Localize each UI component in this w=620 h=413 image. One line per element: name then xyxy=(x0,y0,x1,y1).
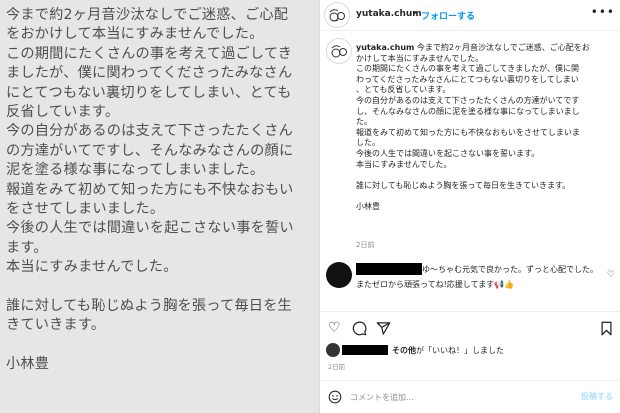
separator-dot: • xyxy=(412,9,418,19)
apology-line: 本当にすみませんでした。 xyxy=(6,259,178,276)
avatar[interactable] xyxy=(324,2,350,28)
caption-line: し、そんなみなさんの顔に泥を塗る様な事になってしまいまし xyxy=(356,106,580,116)
post-comment-button[interactable]: 投稿する xyxy=(581,391,613,402)
redacted-liker-username xyxy=(342,345,388,355)
caption-line: 誰に対しても恥じぬよう胸を張って毎日を生きていきます。 xyxy=(356,180,571,190)
apology-line: 泥を塗る様な事になってしまいました。 xyxy=(6,162,265,179)
apology-line: 誰に対しても恥じぬよう胸を張って毎日を生 xyxy=(6,298,292,315)
apology-line: 小林豊 xyxy=(6,356,50,373)
apology-line: この期間にたくさんの事を考えて過ごしてき xyxy=(6,45,293,62)
send-paper-plane-icon[interactable] xyxy=(376,321,391,339)
add-comment-bar: 投稿する xyxy=(320,380,620,413)
heart-outline-icon[interactable]: ♡ xyxy=(328,321,341,335)
post-caption: yutaka.chum 今まで約2ヶ月音沙汰なしでご迷惑、ご心配をお かけして本… xyxy=(356,43,614,213)
commenter-avatar[interactable] xyxy=(326,262,352,288)
apology-line: の方達がいてですし、そんなみなさんの顔に xyxy=(6,142,294,159)
caption-line: た。 xyxy=(356,117,372,127)
instagram-post-sidebar: yutaka.chum • フォローする ••• yutaka.chum 今まで… xyxy=(319,0,620,413)
redacted-username xyxy=(356,263,422,275)
caption-line: 、とても反省しています。 xyxy=(356,85,451,95)
heart-outline-icon[interactable]: ♡ xyxy=(607,270,615,280)
comment-input[interactable] xyxy=(350,390,570,404)
comment-text: ゆ〜ちゃむ元気で良かった。ずっと心配でした。 xyxy=(422,265,598,274)
caption-avatar[interactable] xyxy=(326,38,352,64)
caption-gap xyxy=(356,170,614,181)
action-bar: ♡ xyxy=(320,311,620,342)
likes-summary[interactable]: その他が「いいね！」しました xyxy=(392,345,504,356)
apology-line: をおかけして本当にすみませんでした。 xyxy=(6,26,264,43)
caption-line: かけして本当にすみませんでした。 xyxy=(356,53,484,63)
apology-line: 今まで約2ヶ月音沙汰なしでご迷惑、ご心配 xyxy=(6,7,289,23)
caption-gap xyxy=(356,191,614,202)
caption-body: かけして本当にすみませんでした。 この期間にたくさんの事を考えて過ごしてきましたが… xyxy=(356,54,614,213)
caption-username[interactable]: yutaka.chum xyxy=(356,43,414,52)
apology-line: にとてつもない裏切りをしてしまい、とても xyxy=(6,84,292,101)
apology-line: 今後の人生では間違いを起こさない事を誓い xyxy=(6,220,294,237)
smiley-icon[interactable] xyxy=(328,390,342,408)
more-options-icon[interactable]: ••• xyxy=(591,5,615,19)
caption-line: わってくださったみなさんにとてつもない裏切りをしてしまい xyxy=(356,74,579,84)
liker-avatar[interactable] xyxy=(326,343,340,357)
caption-first-line: 今まで約2ヶ月音沙汰なしでご迷惑、ご心配をお xyxy=(416,43,590,52)
post-timestamp: 2日前 xyxy=(328,363,346,371)
caption-line: 今の自分があるのは支えて下さったたくさんの方達がいてです xyxy=(356,95,580,105)
post-header: yutaka.chum • フォローする ••• xyxy=(320,0,620,31)
follow-button[interactable]: フォローする xyxy=(421,9,475,22)
apology-line: きていきます。 xyxy=(6,317,106,334)
caption-line: この期間にたくさんの事を考えて過ごしてきましたが、僕に関 xyxy=(356,64,579,74)
apology-line: ましたが、僕に関わってくださったみなさん xyxy=(6,65,293,82)
comment-text-continued: またゼロから頑張ってね!応援してます📢👍 xyxy=(356,280,515,289)
likes-others-link[interactable]: その他 xyxy=(392,346,416,355)
apology-line: ます。 xyxy=(6,239,48,256)
bookmark-icon[interactable] xyxy=(600,321,613,339)
apology-text-image: 今まで約2ヶ月音沙汰なしでご迷惑、ご心配 をおかけして本当にすみませんでした。この… xyxy=(6,6,312,375)
caption-line: 今後の人生では間違いを起こさない事を誓います。 xyxy=(356,148,540,158)
apology-line: 今の自分があるのは支えて下さったたくさん xyxy=(6,123,294,140)
comment-bubble-icon[interactable] xyxy=(352,321,367,339)
apology-line: 反省しています。 xyxy=(6,104,120,121)
likes-summary-text: が「いいね！」しました xyxy=(416,346,504,355)
text-image-panel: 今まで約2ヶ月音沙汰なしでご迷惑、ご心配 をおかけして本当にすみませんでした。この… xyxy=(0,0,319,413)
caption-timestamp: 2日前 xyxy=(356,241,375,249)
caption-line: 報道をみて初めて知った方にも不快なおもいをさせてしまいま xyxy=(356,127,580,137)
caption-line: 本当にすみませんでした。 xyxy=(356,159,452,169)
caption-line: 小林豊 xyxy=(356,201,380,211)
caption-line: した。 xyxy=(356,138,380,148)
apology-line: をさせてしまいました。 xyxy=(6,201,165,218)
apology-line: 報道をみて初めて知った方にも不快なおもい xyxy=(6,181,294,198)
